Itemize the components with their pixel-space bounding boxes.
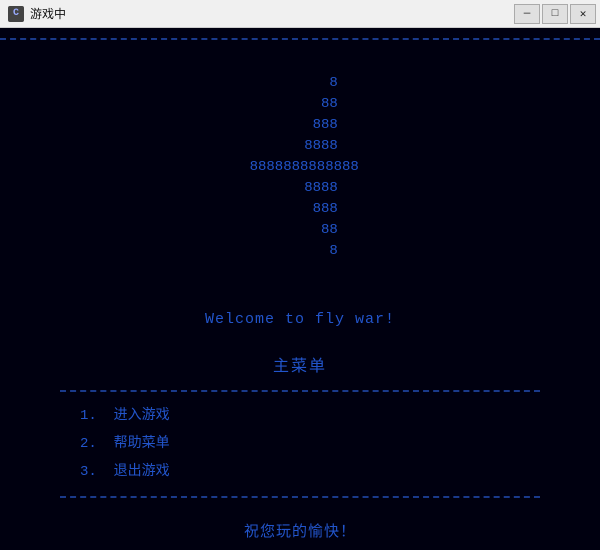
- restore-button[interactable]: □: [542, 4, 568, 24]
- minimize-button[interactable]: —: [514, 4, 540, 24]
- menu-top-border: [60, 390, 540, 392]
- app-icon-letter: C: [13, 8, 19, 19]
- menu-item-1[interactable]: 1. 进入游戏: [80, 402, 540, 430]
- close-button[interactable]: ✕: [570, 4, 596, 24]
- window-title: 游戏中: [30, 5, 66, 22]
- titlebar-left: C 游戏中: [8, 5, 66, 22]
- menu-item-2[interactable]: 2. 帮助菜单: [80, 430, 540, 458]
- menu-items: 1. 进入游戏 2. 帮助菜单 3. 退出游戏: [60, 402, 540, 486]
- top-border: [0, 38, 600, 40]
- app-icon: C: [8, 6, 24, 22]
- window-controls: — □ ✕: [514, 4, 596, 24]
- footer-text: 祝您玩的愉快！: [244, 520, 356, 541]
- menu-bottom-border: [60, 496, 540, 498]
- ascii-art-plane: 8 88 888 8888 8888888888888 8888 888 88 …: [241, 52, 359, 283]
- menu-title: 主菜单: [60, 352, 540, 376]
- menu-section: 主菜单 1. 进入游戏 2. 帮助菜单 3. 退出游戏: [0, 352, 600, 498]
- welcome-text: Welcome to fly war!: [205, 311, 395, 328]
- menu-item-3[interactable]: 3. 退出游戏: [80, 458, 540, 486]
- titlebar: C 游戏中 — □ ✕: [0, 0, 600, 28]
- game-area: 8 88 888 8888 8888888888888 8888 888 88 …: [0, 28, 600, 550]
